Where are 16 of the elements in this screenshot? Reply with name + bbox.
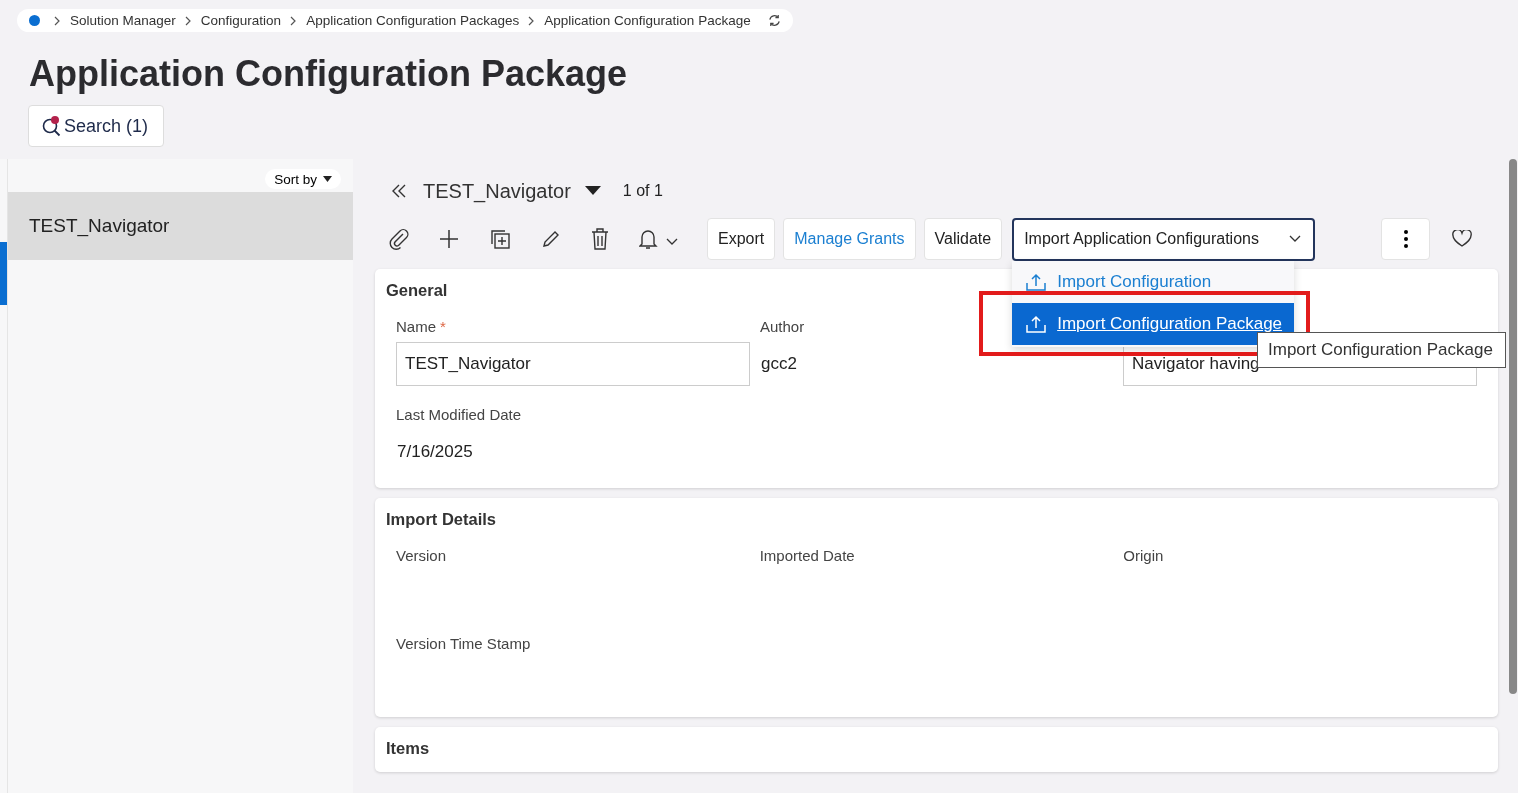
field-value: gcc2 [760, 353, 798, 375]
field-label: Origin [1123, 547, 1164, 565]
field-label: Name [396, 318, 436, 336]
required-mark: * [440, 318, 446, 336]
section-title: General [386, 281, 448, 300]
field-label: Author [760, 318, 805, 336]
field-label: Imported Date [759, 547, 855, 565]
field-value: 7/16/2025 [396, 441, 474, 463]
tooltip: Import Configuration Package [1257, 332, 1506, 368]
page-title: Application Configuration Package [29, 52, 629, 96]
field-label: Last Modified Date [396, 406, 522, 424]
field-label: Version Time Stamp [396, 635, 531, 653]
field-label: Version [396, 547, 447, 565]
record-counter: 1 of 1 [622, 182, 663, 200]
section-title: Items [386, 739, 430, 758]
section-title: Import Details [386, 510, 497, 529]
